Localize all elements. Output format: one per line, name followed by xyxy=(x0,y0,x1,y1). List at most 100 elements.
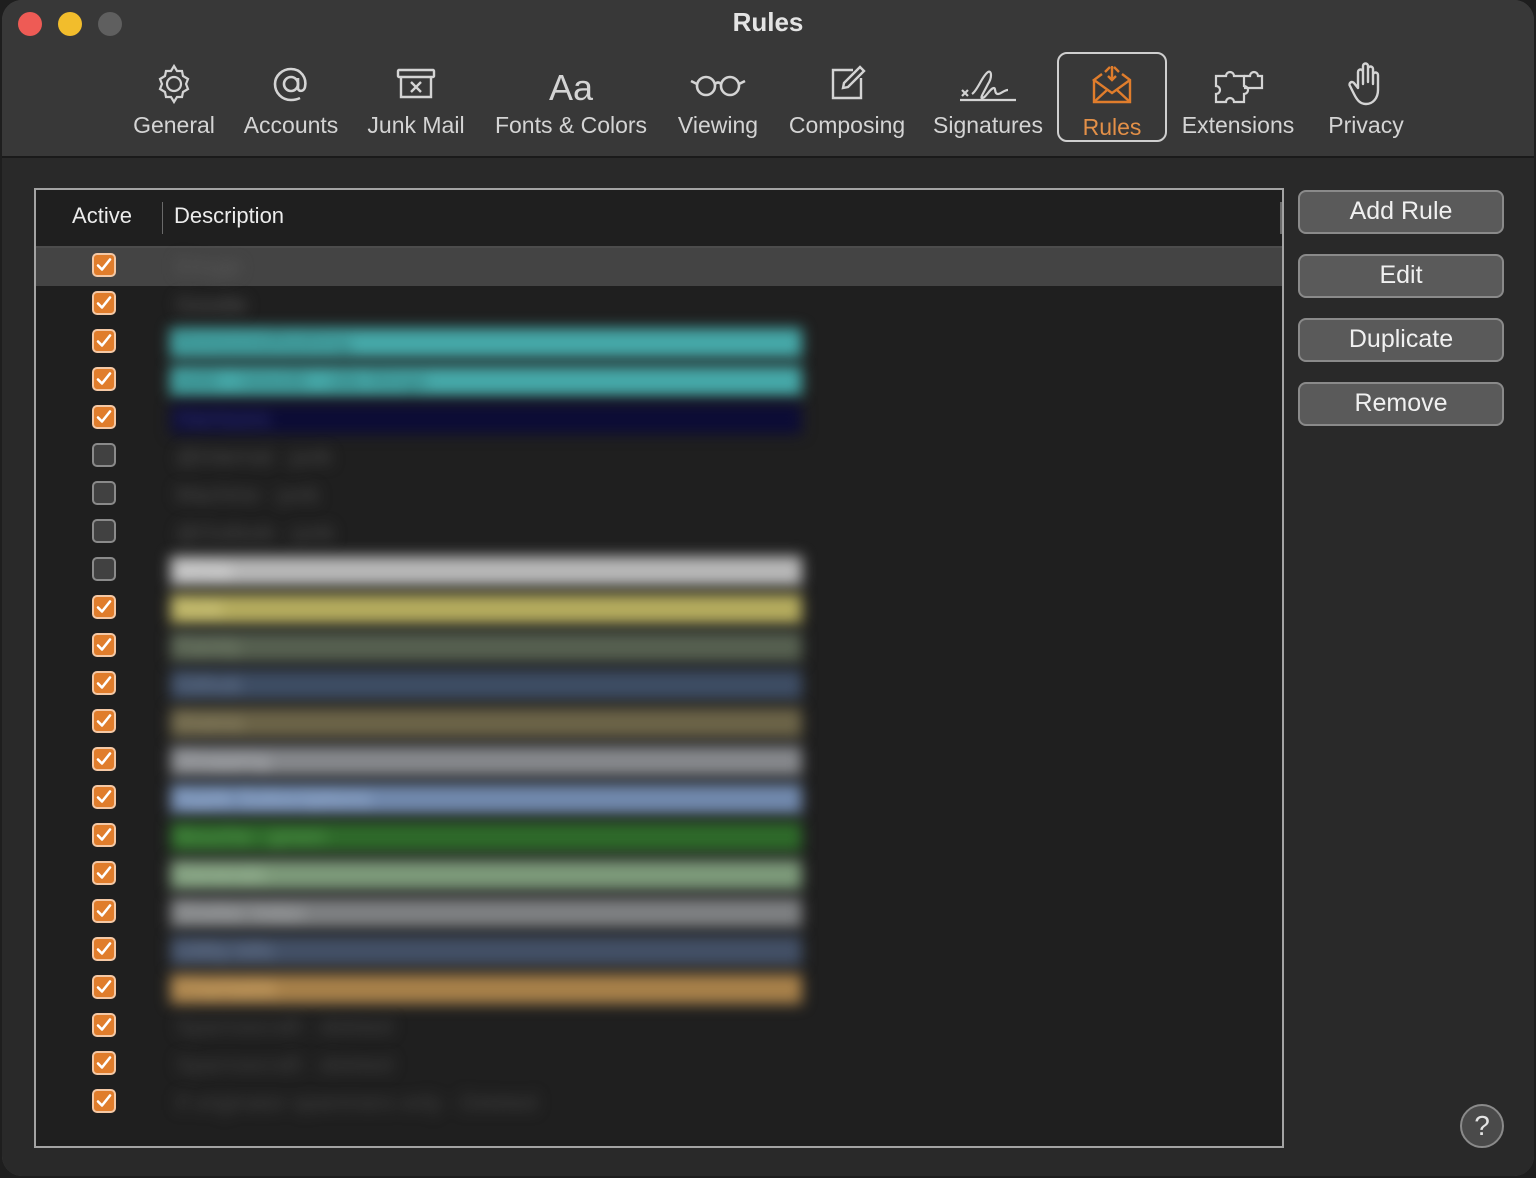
rule-active-checkbox[interactable] xyxy=(92,747,116,771)
rule-description-text: If originator spammers only - Deleted xyxy=(176,1090,537,1115)
duplicate-rule-button[interactable]: Duplicate xyxy=(1298,318,1504,362)
rule-active-checkbox[interactable] xyxy=(92,481,116,505)
table-row[interactable]: Machine - junk xyxy=(36,476,1282,514)
rule-active-checkbox[interactable] xyxy=(92,595,116,619)
table-row[interactable]: Harrisons xyxy=(36,400,1282,438)
tab-privacy[interactable]: Privacy xyxy=(1318,52,1414,142)
rule-active-checkbox[interactable] xyxy=(92,823,116,847)
table-row[interactable]: White xyxy=(36,552,1282,590)
rule-active-checkbox[interactable] xyxy=(92,1051,116,1075)
table-row[interactable]: If originator spammers only - Deleted xyxy=(36,1084,1282,1122)
rule-description: @Internal - junk xyxy=(162,438,802,476)
table-row[interactable]: Shopping xyxy=(36,742,1282,780)
table-row[interactable]: Sparrowcraft - deleted xyxy=(36,1008,1282,1046)
rule-active-checkbox[interactable] xyxy=(92,709,116,733)
checkmark-icon xyxy=(96,372,112,385)
rule-description-text: Generals xyxy=(176,862,266,887)
preferences-toolbar: General Accounts Junk Mail Aa Fonts & Co… xyxy=(2,52,1534,144)
rule-color-highlight xyxy=(170,708,802,738)
rule-active-checkbox[interactable] xyxy=(92,557,116,581)
tab-label: Rules xyxy=(1082,114,1142,140)
tab-label: General xyxy=(133,112,215,138)
tab-general[interactable]: General xyxy=(126,52,222,142)
rule-description: Family xyxy=(162,628,802,666)
rule-active-checkbox[interactable] xyxy=(92,671,116,695)
rule-active-checkbox[interactable] xyxy=(92,329,116,353)
tab-label: Extensions xyxy=(1181,112,1295,138)
tab-rules[interactable]: Rules xyxy=(1057,52,1167,142)
rule-active-checkbox[interactable] xyxy=(92,443,116,467)
rule-description-text: Sparrowcraft - deleted xyxy=(176,1014,393,1039)
column-header-description[interactable]: Description xyxy=(174,203,284,229)
rule-description: White xyxy=(162,552,802,590)
rule-active-checkbox[interactable] xyxy=(92,937,116,961)
rule-description-text: Ertuge xyxy=(176,254,241,279)
table-row[interactable]: Drama xyxy=(36,704,1282,742)
checkmark-icon xyxy=(96,410,112,423)
rule-active-checkbox[interactable] xyxy=(92,1089,116,1113)
rule-active-checkbox[interactable] xyxy=(92,633,116,657)
tab-label: Privacy xyxy=(1328,112,1404,138)
tab-accounts[interactable]: Accounts xyxy=(238,52,344,142)
tab-viewing[interactable]: Viewing xyxy=(670,52,766,142)
table-row[interactable]: Note xyxy=(36,590,1282,628)
gear-icon xyxy=(150,60,198,108)
rule-description-text: Utility bills xyxy=(176,938,274,963)
table-row[interactable]: Utility bills xyxy=(36,932,1282,970)
preferences-window: Rules General Accounts Junk Mail Aa Font… xyxy=(2,0,1534,1176)
table-row[interactable]: Github xyxy=(36,666,1282,704)
rule-description-text: Goodie xyxy=(176,292,247,317)
rule-description-text: Shopping xyxy=(176,748,269,773)
table-row[interactable]: @Internal - junk xyxy=(36,438,1282,476)
table-row[interactable]: Charitable xyxy=(36,970,1282,1008)
rule-active-checkbox[interactable] xyxy=(92,1013,116,1037)
rule-active-checkbox[interactable] xyxy=(92,519,116,543)
table-row[interactable]: Generals xyxy=(36,856,1282,894)
table-row[interactable]: addr - newsltr - site things xyxy=(36,362,1282,400)
rule-description-text: Shelter helps xyxy=(176,900,305,925)
rule-active-checkbox[interactable] xyxy=(92,899,116,923)
help-button[interactable]: ? xyxy=(1460,1104,1504,1148)
rule-active-checkbox[interactable] xyxy=(92,253,116,277)
rule-description: Charitable xyxy=(162,970,802,1008)
rule-active-checkbox[interactable] xyxy=(92,405,116,429)
table-row[interactable]: Apple Subscriptions xyxy=(36,780,1282,818)
tab-signatures[interactable]: Signatures xyxy=(926,52,1050,142)
remove-rule-button[interactable]: Remove xyxy=(1298,382,1504,426)
tab-label: Fonts & Colors xyxy=(494,112,648,138)
table-row[interactable]: @Outlook - junk xyxy=(36,514,1282,552)
rule-description: If originator spammers only - Deleted xyxy=(162,1084,802,1122)
tab-fonts-colors[interactable]: Aa Fonts & Colors xyxy=(488,52,654,142)
window-title: Rules xyxy=(732,7,804,37)
checkmark-icon xyxy=(96,258,112,271)
rule-active-checkbox[interactable] xyxy=(92,367,116,391)
table-header: Active Description xyxy=(36,190,1282,248)
tab-junk-mail[interactable]: Junk Mail xyxy=(360,52,472,142)
table-row[interactable]: Bouche - green xyxy=(36,818,1282,856)
rule-description-text: Drama xyxy=(176,710,243,735)
edit-rule-button[interactable]: Edit xyxy=(1298,254,1504,298)
table-row[interactable]: Ertuge xyxy=(36,248,1282,286)
tab-composing[interactable]: Composing xyxy=(782,52,912,142)
rule-active-checkbox[interactable] xyxy=(92,785,116,809)
tab-label: Accounts xyxy=(243,112,339,138)
tab-extensions[interactable]: Extensions xyxy=(1176,52,1300,142)
table-row[interactable]: Family xyxy=(36,628,1282,666)
checkmark-icon xyxy=(96,828,112,841)
add-rule-button[interactable]: Add Rule xyxy=(1298,190,1504,234)
table-row[interactable]: AnnoucedNothing xyxy=(36,324,1282,362)
column-separator[interactable] xyxy=(162,202,163,234)
checkmark-icon xyxy=(96,752,112,765)
table-row[interactable]: Shelter helps xyxy=(36,894,1282,932)
checkmark-icon xyxy=(96,676,112,689)
rule-active-checkbox[interactable] xyxy=(92,291,116,315)
checkmark-icon xyxy=(96,790,112,803)
rule-active-checkbox[interactable] xyxy=(92,861,116,885)
table-row[interactable]: Sparrowcraft - deleted xyxy=(36,1046,1282,1084)
rule-color-highlight xyxy=(170,556,802,586)
rule-active-checkbox[interactable] xyxy=(92,975,116,999)
table-row[interactable]: Goodie xyxy=(36,286,1282,324)
checkmark-icon xyxy=(96,980,112,993)
column-header-active[interactable]: Active xyxy=(36,203,168,229)
rule-description: Goodie xyxy=(162,286,802,324)
